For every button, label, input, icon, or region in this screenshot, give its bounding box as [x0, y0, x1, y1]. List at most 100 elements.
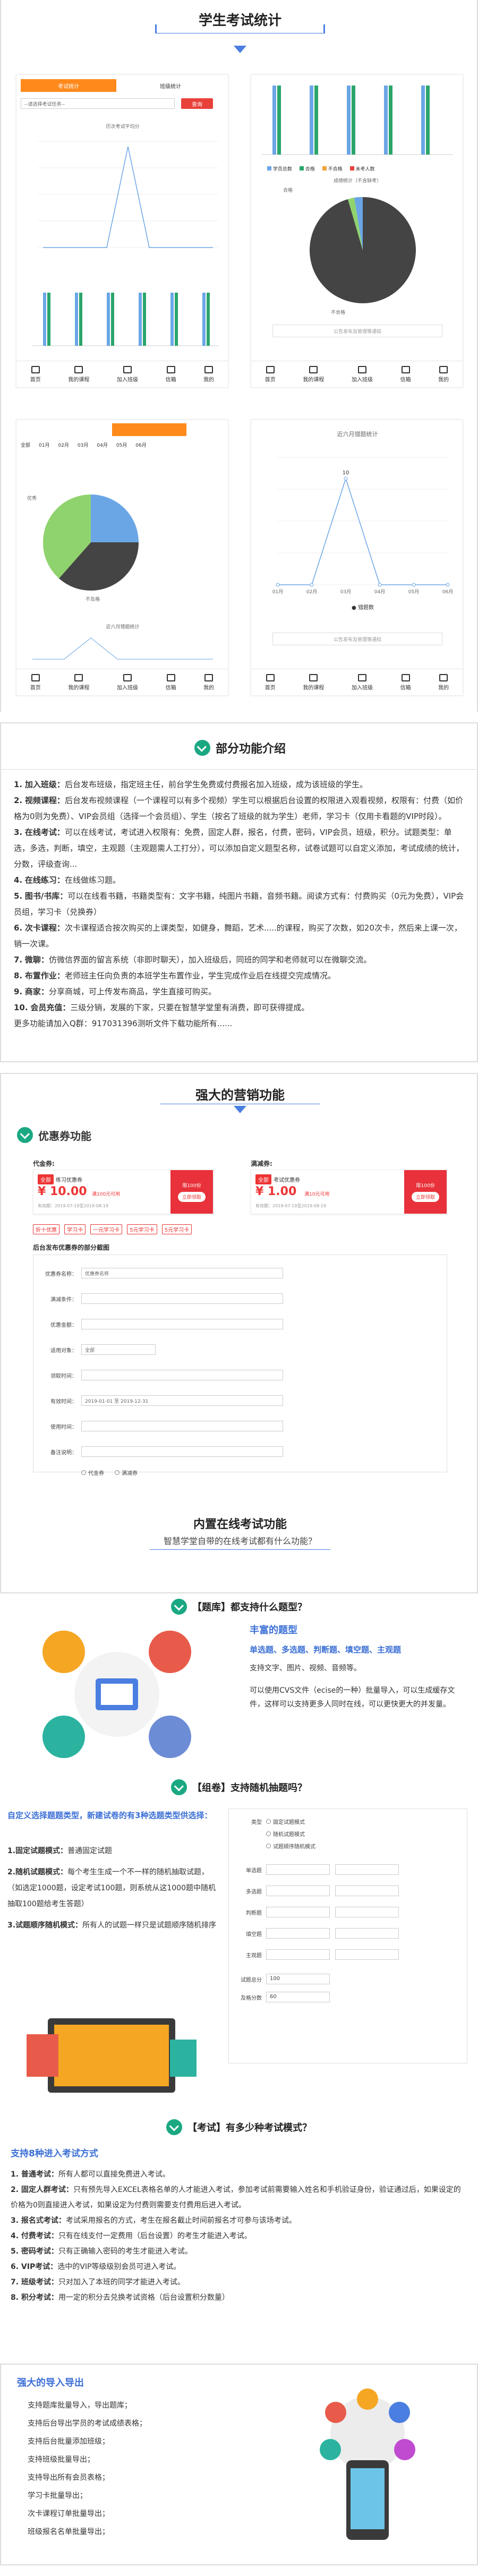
tag: 学习卡: [64, 1224, 86, 1234]
book-icon: [74, 365, 83, 373]
ie-item: 支持后台导出学员的考试成绩表格；: [28, 2419, 147, 2428]
month-tab[interactable]: 03月: [78, 441, 88, 448]
form-input[interactable]: [266, 1886, 330, 1896]
form-input[interactable]: [335, 1886, 399, 1896]
form-input[interactable]: [266, 1928, 330, 1939]
wrong-title: 近六月错题统计: [337, 431, 378, 438]
tab-mail[interactable]: 信箱: [166, 365, 176, 383]
claim-button[interactable]: 立即领取: [177, 1192, 206, 1202]
tab-mine[interactable]: 我的: [438, 673, 449, 691]
month-tab[interactable]: 全部: [21, 441, 30, 448]
form-input[interactable]: [266, 1907, 330, 1917]
feature-item: 4. 在线练习：在线做练习题。: [14, 875, 121, 885]
legend-label: ● 错题数: [352, 604, 374, 611]
tab-join-class[interactable]: 加入班级: [352, 673, 373, 691]
month-tab[interactable]: 06月: [135, 441, 146, 448]
feature-item: 3. 在线考试：可以在线考试，考试进入权限有：免费，固定人群，报名，付费，密码，…: [14, 828, 464, 869]
random-mode-item: 3.试题顺序随机模式：所有人的试题一样只是试题顺序随机排序: [7, 1921, 217, 1930]
home-icon: [31, 673, 40, 681]
exam-select[interactable]: --请选择考试任务--: [21, 98, 175, 109]
exam-mode-item: 3. 报名式考试：考试采用报名的方式，考生在报名截止时间前报名才可参与该场考试。: [11, 2216, 296, 2225]
rich-title: 丰富的题型: [250, 1625, 297, 1636]
pie-label-pass: 合格: [283, 188, 293, 193]
radio-option[interactable]: 试题顺序随机模式: [266, 1842, 315, 1850]
form-input[interactable]: [335, 1907, 399, 1917]
month-tab[interactable]: 05月: [116, 441, 127, 448]
query-button[interactable]: 查询: [181, 98, 213, 109]
form-input[interactable]: 100: [266, 1974, 330, 1984]
phone-month-stats: 全部 01月 02月 03月 04月 05月 06月 优秀 不及格 近六月错题统…: [16, 420, 228, 696]
tab-home[interactable]: 首页: [30, 673, 41, 691]
form-row: 填空题: [229, 1924, 468, 1942]
radio-option[interactable]: 满减券: [115, 1469, 138, 1477]
form-input[interactable]: 2019-01-01 至 2019-12-31: [81, 1395, 283, 1406]
random-paper-section: 【组卷】支持随机抽题吗？ 自定义选择题题类型，新建试卷的有3种选题类型供选择： …: [0, 1779, 478, 2109]
pie2-label: 不及格: [86, 597, 100, 602]
form-input[interactable]: [81, 1421, 283, 1431]
radio-option[interactable]: 随机试题模式: [266, 1830, 315, 1838]
modes-header: 【考试】有多少种考试模式？: [0, 2119, 478, 2135]
tab-mine[interactable]: 我的: [438, 365, 449, 383]
form-input[interactable]: 60: [266, 1992, 330, 2002]
form-input[interactable]: [81, 1293, 283, 1304]
tab-mail[interactable]: 信箱: [166, 673, 176, 691]
features-title: 部分功能介绍: [215, 743, 286, 756]
form-input[interactable]: [266, 1864, 330, 1875]
tab-join-class[interactable]: 加入班级: [117, 673, 138, 691]
radio-option[interactable]: 代金券: [81, 1469, 104, 1477]
plus-icon: [357, 365, 366, 373]
tab-home[interactable]: 首页: [30, 365, 41, 383]
tab-join-class[interactable]: 加入班级: [352, 365, 373, 383]
form-input[interactable]: [335, 1928, 399, 1939]
tab-courses[interactable]: 我的课程: [68, 365, 89, 383]
x-tick-label: 02月: [306, 589, 317, 595]
ie-item: 支持题库批量导入，导出题库；: [28, 2401, 132, 2410]
form-input[interactable]: [335, 1949, 399, 1960]
marketing-section: 强大的营销功能 优惠券功能 代金券: 满减券: 全部 练习优惠券 ¥ 10.00 …: [0, 1073, 478, 1593]
form-title: 后台发布优惠券的部分截图: [33, 1244, 110, 1251]
random-list: 1.固定试题模式：普通固定试题 2.随机试题模式：每个考生生成一个不一样的随机抽取…: [7, 1843, 220, 1939]
form-row: 及格分数 60: [229, 1988, 468, 2006]
coupon-side: 限100份 立即领取: [404, 1170, 447, 1214]
form-input[interactable]: 优惠券名称: [81, 1268, 283, 1278]
wrong-point: [310, 583, 314, 587]
month-tab[interactable]: 01月: [39, 441, 49, 448]
tab-home[interactable]: 首页: [265, 365, 276, 383]
pie-label-fail: 不合格: [331, 310, 346, 315]
wrong-series-line: [278, 477, 448, 585]
form-input[interactable]: [81, 1370, 283, 1380]
tab-mine[interactable]: 我的: [203, 365, 214, 383]
tab-courses[interactable]: 我的课程: [303, 365, 324, 383]
tab-courses[interactable]: 我的课程: [68, 673, 89, 691]
tab-mail[interactable]: 信箱: [400, 673, 411, 691]
tab-courses[interactable]: 我的课程: [303, 673, 324, 691]
feature-item: 9. 商家：分享商城，可上传发布商品，学生直接可购买。: [14, 987, 216, 996]
tab-home[interactable]: 首页: [265, 673, 276, 691]
import-text: 可以使用CVS文件（ecise的一种）批量导入，可以生成缓存文件，这样可以支持更…: [250, 1686, 455, 1709]
mail-icon: [166, 673, 175, 681]
peak-label: 10: [343, 470, 349, 476]
form-input[interactable]: 全部: [81, 1344, 156, 1355]
tab-join-class[interactable]: 加入班级: [117, 365, 138, 383]
tab-mail[interactable]: 信箱: [400, 365, 411, 383]
form-input[interactable]: [81, 1319, 283, 1329]
form-input[interactable]: [266, 1949, 330, 1960]
features-header: 部分功能介绍: [1, 739, 478, 756]
radio-option[interactable]: 固定试题模式: [266, 1818, 315, 1826]
form-row: 有效时间： 2019-01-01 至 2019-12-31: [33, 1388, 448, 1413]
claim-button[interactable]: 立即领取: [411, 1192, 439, 1202]
class-bars-chart: [262, 86, 453, 155]
month-tab[interactable]: 02月: [58, 441, 69, 448]
marketing-title: 强大的营销功能: [195, 1088, 285, 1103]
avg-score-line-chart: [38, 141, 218, 248]
question-bank-section: 【题库】都支持什么题型？ 丰富的题型 单选题、多选题、判断题、填空题、主观题 支…: [0, 1599, 478, 1774]
form-input[interactable]: [335, 1864, 399, 1875]
month-tab-active[interactable]: [112, 423, 186, 436]
tab-class-stats[interactable]: 班级统计: [123, 79, 218, 92]
month-tab[interactable]: 04月: [97, 441, 107, 448]
tab-exam-stats[interactable]: 考试统计: [21, 79, 116, 92]
tab-mine[interactable]: 我的: [203, 673, 214, 691]
form-input[interactable]: [81, 1446, 283, 1457]
form-row: 适用对象： 全部: [33, 1337, 448, 1362]
user-icon: [439, 365, 448, 373]
